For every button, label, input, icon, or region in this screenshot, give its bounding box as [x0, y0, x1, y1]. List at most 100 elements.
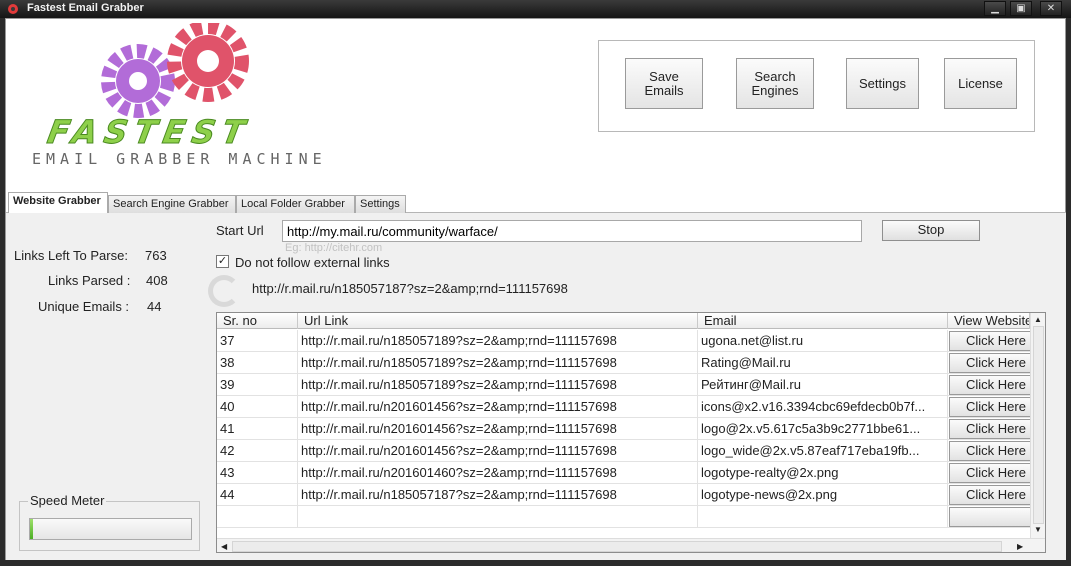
column-header-view-website[interactable]: View Website	[948, 313, 1030, 329]
start-url-hint: Eg: http://citehr.com	[285, 242, 383, 254]
logo-subtitle: EMAIL GRABBER MACHINE	[32, 150, 327, 168]
view-website-button[interactable]	[949, 507, 1031, 527]
links-parsed-value: 408	[146, 273, 168, 288]
license-label: License	[958, 75, 1003, 91]
sr-no-cell	[217, 506, 298, 528]
sr-no-cell: 38	[217, 352, 298, 374]
app-gear-icon	[8, 4, 18, 14]
license-button[interactable]: License	[944, 58, 1017, 109]
view-website-button[interactable]: Click Here	[949, 397, 1031, 417]
scroll-up-icon[interactable]: ▲	[1034, 315, 1042, 324]
tab-settings[interactable]: Settings	[355, 195, 406, 214]
email-cell: logo@2x.v5.617c5a3b9c2771bbe61...	[698, 418, 948, 440]
table-row[interactable]: 38 http://r.mail.ru/n185057189?sz=2&amp;r…	[217, 352, 1031, 374]
table-row[interactable]: 42 http://r.mail.ru/n201601456?sz=2&amp;r…	[217, 440, 1031, 462]
gears-icon	[101, 23, 249, 118]
app-logo: FASTEST EMAIL GRABBER MACHINE	[26, 23, 346, 173]
sr-no-cell: 42	[217, 440, 298, 462]
table-row[interactable]: 43 http://r.mail.ru/n201601460?sz=2&amp;r…	[217, 462, 1031, 484]
maximize-button[interactable]: ▣	[1010, 1, 1032, 16]
vertical-scrollbar[interactable]: ▲ ▼	[1030, 313, 1045, 538]
sr-no-cell: 43	[217, 462, 298, 484]
url-link-cell: http://r.mail.ru/n185057189?sz=2&amp;rnd…	[298, 374, 698, 396]
save-emails-button[interactable]: Save Emails	[625, 58, 703, 109]
view-website-button[interactable]: Click Here	[949, 441, 1031, 461]
stop-button[interactable]: Stop	[882, 220, 980, 241]
minimize-button[interactable]: ▁	[984, 1, 1006, 16]
table-row[interactable]: 37 http://r.mail.ru/n185057189?sz=2&amp;r…	[217, 330, 1031, 352]
view-website-button[interactable]: Click Here	[949, 419, 1031, 439]
url-link-cell: http://r.mail.ru/n201601456?sz=2&amp;rnd…	[298, 396, 698, 418]
vertical-scroll-thumb[interactable]	[1033, 326, 1044, 524]
email-cell: logotype-news@2x.png	[698, 484, 948, 506]
tab-search-engine-grabber[interactable]: Search Engine Grabber	[108, 195, 236, 214]
close-icon: ✕	[1046, 3, 1056, 14]
email-cell	[698, 506, 948, 528]
results-table: Sr. no Url Link Email View Website 37 htt…	[216, 312, 1046, 553]
toolbar-group: Save Emails Search Engines Settings Lice…	[598, 40, 1035, 132]
table-row[interactable]: 44 http://r.mail.ru/n185057187?sz=2&amp;r…	[217, 484, 1031, 506]
website-grabber-panel: Links Left To Parse: 763 Links Parsed : …	[6, 213, 1066, 560]
current-url-text: http://r.mail.ru/n185057187?sz=2&amp;rnd…	[252, 281, 568, 296]
tab-website-grabber[interactable]: Website Grabber	[8, 192, 108, 214]
close-button[interactable]: ✕	[1040, 1, 1062, 16]
links-parsed-label: Links Parsed :	[48, 273, 131, 288]
minimize-icon: ▁	[991, 3, 999, 14]
search-engines-button[interactable]: Search Engines	[736, 58, 814, 109]
unique-emails-value: 44	[147, 299, 162, 314]
column-header-sr-no[interactable]: Sr. no	[217, 313, 298, 329]
table-header: Sr. no Url Link Email View Website	[217, 313, 1030, 329]
loading-spinner-icon	[208, 275, 240, 307]
table-row[interactable]: 39 http://r.mail.ru/n185057189?sz=2&amp;r…	[217, 374, 1031, 396]
tab-bar: Website Grabber Search Engine Grabber Lo…	[6, 192, 1066, 214]
horizontal-scrollbar[interactable]: ◀ ▶	[217, 538, 1045, 552]
scroll-left-icon[interactable]: ◀	[221, 542, 227, 551]
speed-meter-fill	[30, 519, 34, 539]
url-link-cell: http://r.mail.ru/n201601456?sz=2&amp;rnd…	[298, 418, 698, 440]
url-link-cell: http://r.mail.ru/n185057189?sz=2&amp;rnd…	[298, 352, 698, 374]
url-link-cell: http://r.mail.ru/n201601460?sz=2&amp;rnd…	[298, 462, 698, 484]
view-website-button[interactable]: Click Here	[949, 331, 1031, 351]
view-website-button[interactable]: Click Here	[949, 485, 1031, 505]
url-link-cell: http://r.mail.ru/n185057189?sz=2&amp;rnd…	[298, 330, 698, 352]
speed-meter-bar	[29, 518, 192, 540]
links-left-label: Links Left To Parse:	[14, 248, 128, 263]
sr-no-cell: 44	[217, 484, 298, 506]
sr-no-cell: 40	[217, 396, 298, 418]
unique-emails-label: Unique Emails :	[38, 299, 130, 314]
speed-meter: Speed Meter	[19, 493, 200, 551]
table-row[interactable]: 40 http://r.mail.ru/n201601456?sz=2&amp;r…	[217, 396, 1031, 418]
column-header-email[interactable]: Email	[698, 313, 948, 329]
search-engines-label: Search Engines	[751, 68, 799, 98]
main-window: FASTEST EMAIL GRABBER MACHINE Save Email…	[5, 18, 1066, 560]
save-emails-label: Save Emails	[644, 68, 684, 98]
url-link-cell: http://r.mail.ru/n201601456?sz=2&amp;rnd…	[298, 440, 698, 462]
settings-label: Settings	[859, 75, 906, 91]
view-website-button[interactable]: Click Here	[949, 375, 1031, 395]
speed-meter-label: Speed Meter	[28, 493, 107, 508]
email-cell: Rating@Mail.ru	[698, 352, 948, 374]
view-website-button[interactable]: Click Here	[949, 353, 1031, 373]
window-title: Fastest Email Grabber	[27, 2, 144, 14]
column-header-url-link[interactable]: Url Link	[298, 313, 698, 329]
table-row[interactable]	[217, 506, 1031, 528]
email-cell: logo_wide@2x.v5.87eaf717eba19fb...	[698, 440, 948, 462]
settings-button[interactable]: Settings	[846, 58, 919, 109]
url-link-cell: http://r.mail.ru/n185057187?sz=2&amp;rnd…	[298, 484, 698, 506]
email-cell: icons@x2.v16.3394cbc69efdecb0b7f...	[698, 396, 948, 418]
table-row[interactable]: 41 http://r.mail.ru/n201601456?sz=2&amp;r…	[217, 418, 1031, 440]
tab-local-folder-grabber[interactable]: Local Folder Grabber	[236, 195, 355, 214]
no-external-links-checkbox[interactable]: ✓	[216, 255, 229, 268]
title-bar: Fastest Email Grabber ▁ ▣ ✕	[0, 0, 1071, 18]
check-icon: ✓	[217, 255, 228, 267]
scroll-down-icon[interactable]: ▼	[1034, 525, 1042, 534]
horizontal-scroll-thumb[interactable]	[232, 541, 1002, 552]
url-link-cell	[298, 506, 698, 528]
links-left-value: 763	[145, 248, 167, 263]
view-website-button[interactable]: Click Here	[949, 463, 1031, 483]
start-url-label: Start Url	[216, 223, 264, 238]
sr-no-cell: 41	[217, 418, 298, 440]
scroll-right-icon[interactable]: ▶	[1017, 542, 1023, 551]
no-external-links-label: Do not follow external links	[235, 255, 390, 270]
start-url-input[interactable]	[282, 220, 862, 242]
